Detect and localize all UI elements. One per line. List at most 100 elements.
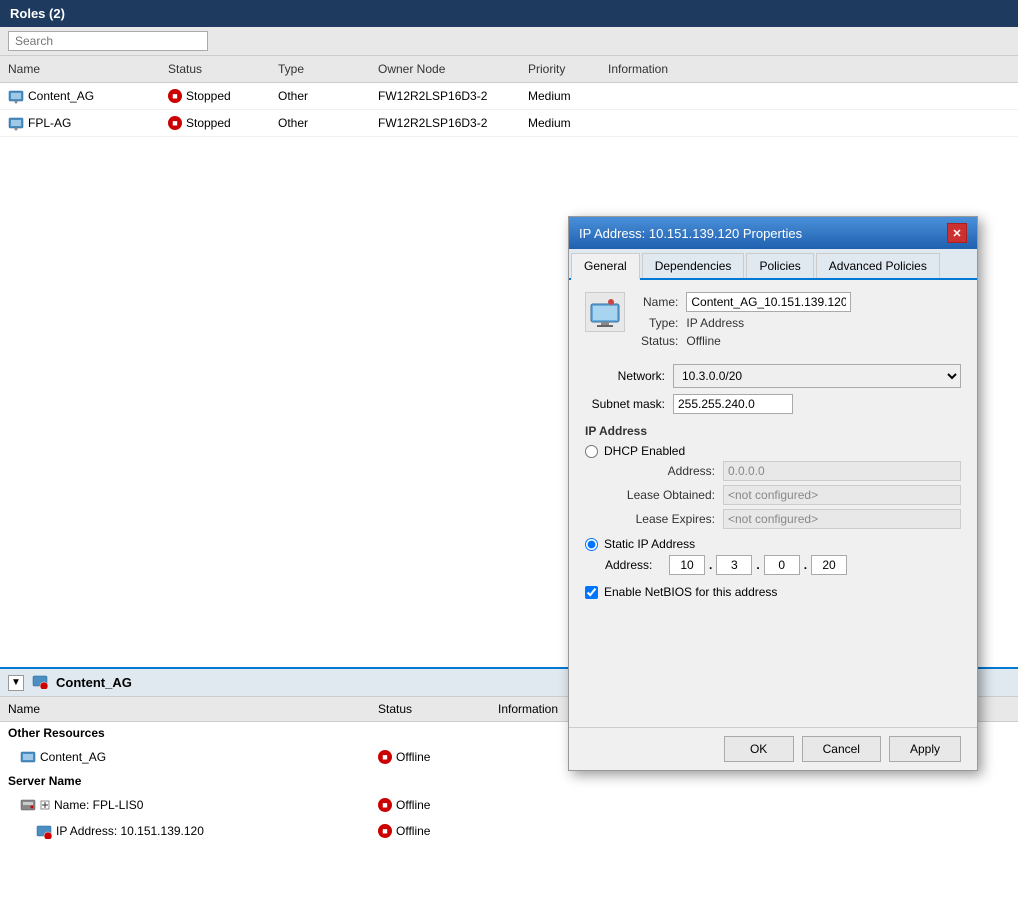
static-ip-fields: Address: . . .: [605, 555, 961, 575]
resource-icon-box: [585, 292, 625, 332]
item-status-fpl-lis0: ■ Offline: [370, 796, 490, 814]
row-owner-fpl-ag: FW12R2LSP16D3-2: [370, 114, 520, 132]
static-radio[interactable]: [585, 538, 598, 551]
lease-obtained-label: Lease Obtained:: [605, 488, 715, 502]
ip-octet-1[interactable]: [669, 555, 705, 575]
bottom-panel-icon: [32, 673, 48, 692]
name-input[interactable]: [686, 292, 851, 312]
row-name-fpl-ag: FPL-AG: [0, 113, 160, 133]
subnet-row: Subnet mask:: [585, 394, 961, 414]
netbios-label[interactable]: Enable NetBIOS for this address: [604, 585, 777, 599]
static-radio-row: Static IP Address: [585, 537, 961, 551]
row-content-ag-name: Content_AG: [28, 89, 94, 103]
ok-button[interactable]: OK: [724, 736, 794, 762]
bcol-header-status: Status: [370, 700, 490, 718]
stop-icon: ■: [168, 89, 182, 103]
network-row: Network: 10.3.0.0/20: [585, 364, 961, 388]
dhcp-radio-row: DHCP Enabled: [585, 444, 961, 458]
title-bar-text: Roles (2): [10, 6, 65, 21]
subnet-input[interactable]: [673, 394, 793, 414]
resource-fields: Name: Type: IP Address Status: Offline: [641, 292, 851, 348]
dhcp-radio[interactable]: [585, 445, 598, 458]
list-item[interactable]: Name: FPL-LIS0 ■ Offline: [0, 792, 1018, 818]
cancel-button[interactable]: Cancel: [802, 736, 881, 762]
network-select[interactable]: 10.3.0.0/20: [673, 364, 961, 388]
item-info-ip: [490, 829, 1018, 833]
row-status-content-ag: ■ Stopped: [160, 87, 270, 105]
item-info-fpl-lis0: [490, 803, 1018, 807]
offline-icon: ■: [378, 798, 392, 812]
role-icon: [8, 88, 24, 104]
dialog-tabs: General Dependencies Policies Advanced P…: [569, 249, 977, 280]
expand-tree-icon: [40, 800, 50, 810]
search-input[interactable]: [8, 31, 208, 51]
col-header-owner: Owner Node: [370, 60, 520, 78]
status-label: Status:: [641, 334, 678, 348]
ip-octet-3[interactable]: [764, 555, 800, 575]
status-value: Offline: [686, 334, 851, 348]
row-info-fpl-ag: [600, 121, 1018, 125]
main-window: Roles (2) Name Status Type Owner Node Pr…: [0, 0, 1018, 907]
server-name-label: Server Name: [0, 770, 1018, 792]
tab-general[interactable]: General: [571, 253, 640, 280]
item-name-fpl-lis0: Name: FPL-LIS0: [0, 795, 370, 815]
type-value: IP Address: [686, 316, 851, 330]
apply-button[interactable]: Apply: [889, 736, 961, 762]
offline-icon: ■: [378, 824, 392, 838]
subnet-label: Subnet mask:: [585, 397, 665, 411]
ip-dot-3: .: [804, 558, 807, 572]
item-name-content-ag: Content_AG: [0, 747, 370, 767]
tab-dependencies[interactable]: Dependencies: [642, 253, 745, 278]
row-priority-fpl-ag: Medium: [520, 114, 600, 132]
ip-address-section-title: IP Address: [585, 424, 961, 438]
col-header-info: Information: [600, 60, 1018, 78]
dialog-title-bar: IP Address: 10.151.139.120 Properties ✕: [569, 217, 977, 249]
table-row[interactable]: Content_AG ■ Stopped Other FW12R2LSP16D3…: [0, 83, 1018, 110]
network-icon: [589, 296, 621, 328]
lease-expires-label: Lease Expires:: [605, 512, 715, 526]
title-bar: Roles (2): [0, 0, 1018, 27]
ip-dot-1: .: [709, 558, 712, 572]
dhcp-fields: Address: Lease Obtained: Lease Expires:: [605, 461, 961, 529]
ip-address-icon: [36, 823, 52, 839]
middle-section: IP Address: 10.151.139.120 Properties ✕ …: [0, 216, 1018, 667]
expand-button[interactable]: ▼: [8, 675, 24, 691]
dialog-body: Name: Type: IP Address Status: Offline N…: [569, 280, 977, 727]
table-row[interactable]: FPL-AG ■ Stopped Other FW12R2LSP16D3-2 M…: [0, 110, 1018, 137]
address-field: [723, 461, 961, 481]
row-status-fpl-ag: ■ Stopped: [160, 114, 270, 132]
table-header: Name Status Type Owner Node Priority Inf…: [0, 56, 1018, 83]
ip-octet-2[interactable]: [716, 555, 752, 575]
dhcp-label[interactable]: DHCP Enabled: [604, 444, 685, 458]
stop-icon: ■: [168, 116, 182, 130]
resource-info: Name: Type: IP Address Status: Offline: [585, 292, 961, 348]
lease-expires-field: [723, 509, 961, 529]
radio-group: DHCP Enabled Address: Lease Obtained: Le…: [585, 444, 961, 575]
row-type-fpl-ag: Other: [270, 114, 370, 132]
row-priority-content-ag: Medium: [520, 87, 600, 105]
row-fpl-ag-name: FPL-AG: [28, 116, 71, 130]
role-icon: [8, 115, 24, 131]
search-bar: [0, 27, 1018, 56]
server-icon: [20, 797, 36, 813]
static-address-label: Address:: [605, 558, 665, 572]
netbios-checkbox-row: Enable NetBIOS for this address: [585, 585, 961, 599]
col-header-priority: Priority: [520, 60, 600, 78]
ip-properties-dialog: IP Address: 10.151.139.120 Properties ✕ …: [568, 216, 978, 771]
tab-advanced-policies[interactable]: Advanced Policies: [816, 253, 940, 278]
netbios-checkbox[interactable]: [585, 586, 598, 599]
item-status-ip: ■ Offline: [370, 822, 490, 840]
row-info-content-ag: [600, 94, 1018, 98]
ip-octet-4[interactable]: [811, 555, 847, 575]
col-header-type: Type: [270, 60, 370, 78]
list-item[interactable]: IP Address: 10.151.139.120 ■ Offline: [0, 818, 1018, 844]
col-header-status: Status: [160, 60, 270, 78]
resource-icon: [20, 749, 36, 765]
col-header-name: Name: [0, 60, 160, 78]
tab-policies[interactable]: Policies: [746, 253, 813, 278]
dialog-close-button[interactable]: ✕: [947, 223, 967, 243]
bcol-header-name: Name: [0, 700, 370, 718]
expand-icon: ▼: [11, 677, 21, 688]
offline-icon: ■: [378, 750, 392, 764]
static-label[interactable]: Static IP Address: [604, 537, 695, 551]
